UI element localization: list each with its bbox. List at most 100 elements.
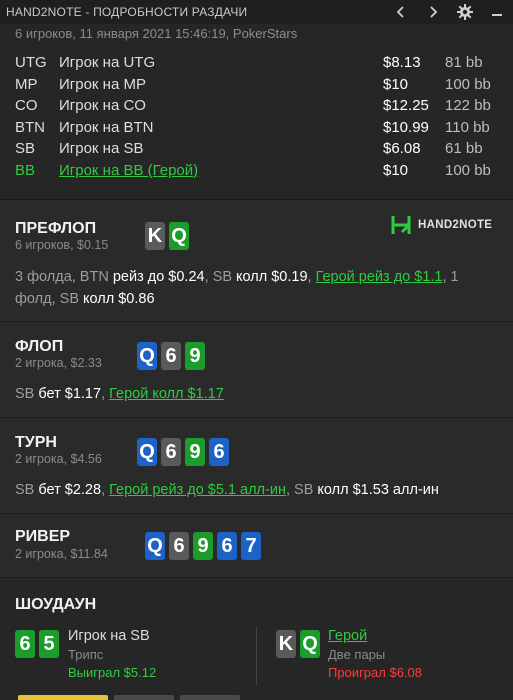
player-row: SB Игрок на SB $6.08 61 bb bbox=[15, 138, 500, 160]
showdown-hero-name-link[interactable]: Герой bbox=[328, 628, 422, 644]
showdown-cards-right: KQ bbox=[276, 630, 320, 658]
player-name: Игрок на SB bbox=[59, 140, 144, 158]
player-name: Игрок на CO bbox=[59, 97, 146, 115]
players-list: UTG Игрок на UTG $8.13 81 bb MP Игрок на… bbox=[15, 52, 500, 181]
action-context: , bbox=[307, 269, 316, 285]
player-stack: $12.25 bbox=[383, 97, 429, 115]
prev-hand-button[interactable] bbox=[385, 0, 417, 24]
player-name: Игрок на UTG bbox=[59, 54, 156, 72]
action-context: SB bbox=[15, 386, 39, 402]
street-info: 2 игрока, $11.84 bbox=[15, 547, 108, 561]
street-title: ПРЕФЛОП bbox=[15, 220, 97, 237]
street-title: ТУРН bbox=[15, 434, 57, 451]
player-stack-bb: 122 bb bbox=[445, 97, 491, 115]
playing-card: 7 bbox=[241, 532, 261, 560]
board-cards: Q6967 bbox=[145, 532, 261, 560]
action-text: колл $1.53 алл-ин bbox=[317, 482, 439, 498]
playing-card: Q bbox=[137, 438, 157, 466]
player-row-hero: BB Игрок на BB (Герой) $10 100 bb bbox=[15, 160, 500, 182]
action-text: колл $0.19 bbox=[236, 269, 308, 285]
action-context: , bbox=[101, 482, 110, 498]
playing-card: Q bbox=[145, 532, 165, 560]
player-position: UTG bbox=[15, 54, 47, 72]
player-name: Игрок на MP bbox=[59, 75, 146, 93]
street-info: 2 игрока, $2.33 bbox=[15, 356, 102, 370]
showdown-hand-rank: Трипс bbox=[68, 647, 104, 662]
playing-card: 5 bbox=[39, 630, 59, 658]
player-row: UTG Игрок на UTG $8.13 81 bb bbox=[15, 52, 500, 74]
playing-card: 6 bbox=[217, 532, 237, 560]
playing-card: Q bbox=[169, 222, 189, 250]
player-stack-bb: 100 bb bbox=[445, 161, 491, 179]
player-row: BTN Игрок на BTN $10.99 110 bb bbox=[15, 117, 500, 139]
player-position: BTN bbox=[15, 118, 45, 136]
board-cards: Q696 bbox=[137, 438, 229, 466]
player-row: CO Игрок на CO $12.25 122 bb bbox=[15, 95, 500, 117]
chevron-right-icon bbox=[430, 6, 438, 18]
showdown-player-right: Герой Две пары Проиграл $6.08 bbox=[328, 628, 422, 680]
action-text: колл $0.86 bbox=[83, 291, 155, 307]
bottom-tab[interactable] bbox=[114, 695, 174, 700]
action-context: , SB bbox=[204, 269, 237, 285]
player-position: BB bbox=[15, 161, 36, 179]
player-stack: $10 bbox=[383, 161, 409, 179]
street-info: 2 игрока, $4.56 bbox=[15, 452, 102, 466]
player-stack: $6.08 bbox=[383, 140, 421, 158]
player-stack-bb: 100 bb bbox=[445, 75, 491, 93]
playing-card: 6 bbox=[161, 438, 181, 466]
hero-name-link[interactable]: Игрок на BB (Герой) bbox=[59, 162, 383, 179]
window-title: HAND2NOTE - ПОДРОБНОСТИ РАЗДАЧИ bbox=[6, 5, 248, 19]
hand-summary: 6 игроков, 11 января 2021 15:46:19, Poke… bbox=[15, 26, 298, 41]
showdown-player-name: Игрок на SB bbox=[68, 628, 150, 644]
bottom-tab[interactable] bbox=[180, 695, 240, 700]
action-context: , SB bbox=[285, 482, 318, 498]
player-row: MP Игрок на MP $10 100 bb bbox=[15, 74, 500, 96]
hero-action-link[interactable]: Герой колл $1.17 bbox=[109, 386, 224, 402]
player-stack-bb: 61 bb bbox=[445, 140, 483, 158]
river-section: РИВЕР 2 игрока, $11.84 Q6967 bbox=[0, 514, 513, 578]
playing-card: 9 bbox=[193, 532, 213, 560]
hand-header: 6 игроков, 11 января 2021 15:46:19, Poke… bbox=[0, 24, 513, 200]
next-hand-button[interactable] bbox=[417, 0, 449, 24]
action-text: бет $1.17 bbox=[38, 386, 102, 402]
action-context: SB bbox=[15, 482, 39, 498]
street-title: РИВЕР bbox=[15, 528, 71, 545]
player-stack: $8.13 bbox=[383, 54, 421, 72]
bottom-tabs bbox=[0, 695, 513, 700]
hand2note-logo: HAND2NOTE bbox=[390, 214, 492, 236]
hero-hole-cards: KQ bbox=[145, 222, 189, 250]
street-actions: SB бет $2.28, Герой рейз до $5.1 алл-ин,… bbox=[15, 479, 500, 501]
player-name: Игрок на BB (Герой) bbox=[59, 161, 199, 179]
logo-text: HAND2NOTE bbox=[418, 219, 493, 231]
playing-card: 6 bbox=[209, 438, 229, 466]
board-cards: Q69 bbox=[137, 342, 205, 370]
turn-section: ТУРН 2 игрока, $4.56 Q696 SB бет $2.28, … bbox=[0, 418, 513, 514]
playing-card: 6 bbox=[15, 630, 35, 658]
flop-section: ФЛОП 2 игрока, $2.33 Q69 SB бет $1.17, Г… bbox=[0, 322, 513, 418]
player-position: SB bbox=[15, 140, 36, 158]
street-actions: 3 фолда, BTN рейз до $0.24, SB колл $0.1… bbox=[15, 266, 500, 310]
minimize-button[interactable] bbox=[481, 0, 513, 24]
bottom-tab[interactable] bbox=[18, 695, 108, 700]
hero-action-link[interactable]: Герой рейз до $5.1 алл-ин bbox=[109, 482, 286, 498]
player-position: MP bbox=[15, 75, 38, 93]
player-stack: $10.99 bbox=[383, 118, 429, 136]
action-context: 3 фолда, BTN bbox=[15, 269, 113, 285]
playing-card: Q bbox=[300, 630, 320, 658]
minimize-icon bbox=[492, 14, 502, 16]
hero-action-link[interactable]: Герой рейз до $1.1 bbox=[316, 269, 443, 285]
street-title: ШОУДАУН bbox=[15, 596, 97, 613]
playing-card: K bbox=[276, 630, 296, 658]
street-info: 6 игроков, $0.15 bbox=[15, 238, 109, 252]
player-stack-bb: 110 bb bbox=[445, 118, 490, 136]
settings-button[interactable] bbox=[449, 0, 481, 24]
street-actions: SB бет $1.17, Герой колл $1.17 bbox=[15, 383, 500, 405]
playing-card: 9 bbox=[185, 438, 205, 466]
showdown-section: ШОУДАУН 65 Игрок на SB Трипс Выиграл $5.… bbox=[0, 578, 513, 700]
player-stack: $10 bbox=[383, 75, 409, 93]
playing-card: 6 bbox=[161, 342, 181, 370]
player-position: CO bbox=[15, 97, 38, 115]
showdown-divider bbox=[256, 626, 257, 686]
showdown-result: Проиграл $6.08 bbox=[328, 665, 422, 680]
player-stack-bb: 81 bb bbox=[445, 54, 483, 72]
